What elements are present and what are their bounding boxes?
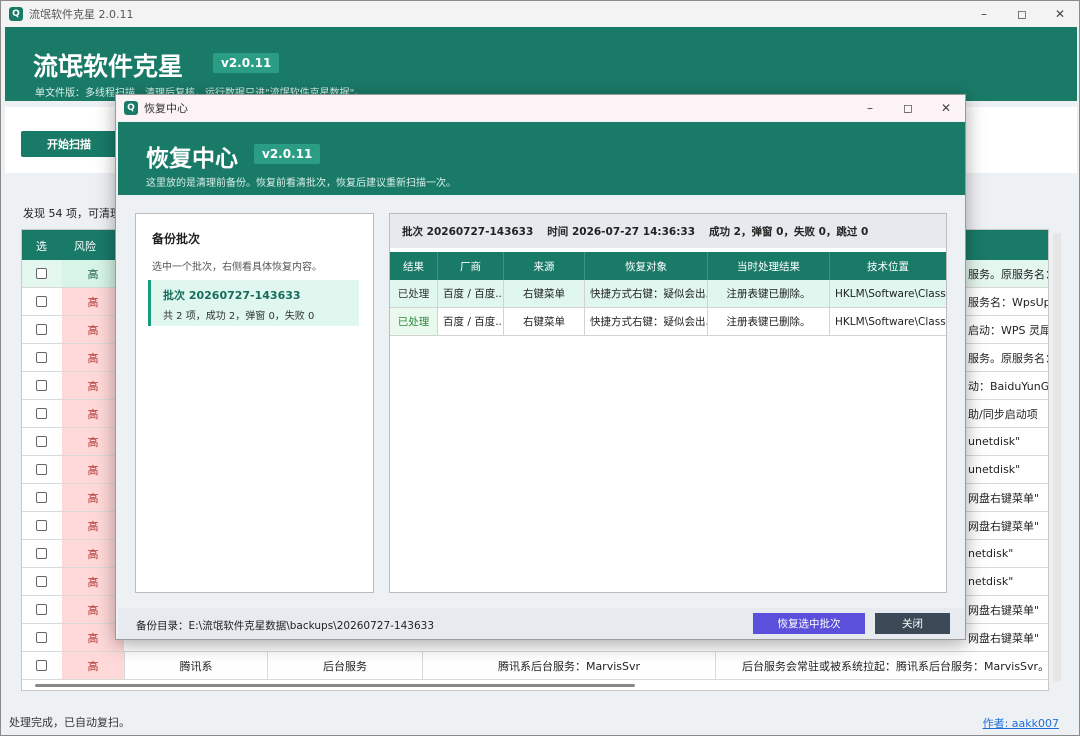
description-cell: 启动：WPS 灵犀 — [968, 323, 1049, 337]
app-icon: Q — [9, 7, 23, 21]
main-titlebar: Q 流氓软件克星 2.0.11 – ◻ ✕ — [1, 1, 1079, 27]
description-cell: 服务名：WpsUpdat — [968, 295, 1049, 309]
row-checkbox[interactable] — [36, 604, 47, 615]
row-checkbox[interactable] — [36, 268, 47, 279]
dialog-subtitle: 这里放的是清理前备份。恢复前看清批次，恢复后建议重新扫描一次。 — [146, 178, 456, 189]
row-checkbox[interactable] — [36, 408, 47, 419]
restore-batch-button[interactable]: 恢复选中批次 — [753, 613, 865, 634]
source-cell: 后台服务 — [267, 652, 422, 679]
batch-detail-panel: 批次 20260727-143633 时间 2026-07-27 14:36:3… — [389, 213, 947, 593]
restore-center-dialog: Q 恢复中心 – ◻ ✕ 恢复中心 v2.0.11 这里放的是清理前备份。恢复前… — [115, 94, 966, 640]
detail-table-header: 结果 厂商 来源 恢复对象 当时处理结果 技术位置 — [390, 252, 946, 280]
batch-list-item[interactable]: 批次 20260727-143633 共 2 项，成功 2，弹窗 0，失败 0 — [148, 280, 359, 326]
description-cell: unetdisk" — [968, 463, 1021, 476]
description-cell: 网盘右键菜单" — [968, 603, 1040, 617]
backup-panel-title: 备份批次 — [152, 232, 201, 246]
row-checkbox[interactable] — [36, 632, 47, 643]
object-cell: 快捷方式右键：疑似会出... — [584, 280, 707, 307]
description-cell: 服务。原服务名：w — [968, 267, 1048, 281]
minimize-icon[interactable]: – — [965, 1, 1003, 27]
dialog-title: 恢复中心 — [146, 146, 238, 172]
col-vendor: 厂商 — [437, 252, 503, 280]
close-dialog-button[interactable]: 关闭 — [875, 613, 950, 634]
description-cell: 网盘右键菜单" — [968, 631, 1040, 645]
row-checkbox[interactable] — [36, 576, 47, 587]
row-checkbox[interactable] — [36, 520, 47, 531]
main-header: 流氓软件克星 v2.0.11 单文件版：多线程扫描、清理后复核，运行数据只进"流… — [5, 27, 1077, 101]
batch-name: 批次 20260727-143633 — [163, 289, 301, 302]
version-badge: v2.0.11 — [213, 53, 280, 73]
backup-batches-panel: 备份批次 选中一个批次，右侧看具体恢复内容。 批次 20260727-14363… — [135, 213, 374, 593]
detail-batch: 批次 20260727-143633 — [402, 225, 534, 238]
handling-cell: 注册表键已删除。 — [707, 280, 829, 307]
result-cell: 已处理 — [397, 288, 430, 300]
col-risk: 风险 — [74, 240, 96, 253]
dialog-minimize-icon[interactable]: – — [851, 95, 889, 121]
app-title: 流氓软件克星 — [33, 52, 184, 81]
risk-cell: 高 — [62, 652, 124, 679]
status-bar: 处理完成，已自动复扫。 作者: aakk007 — [5, 709, 1077, 735]
row-checkbox[interactable] — [36, 492, 47, 503]
start-scan-button[interactable]: 开始扫描 — [21, 131, 117, 157]
close-icon[interactable]: ✕ — [1041, 1, 1079, 27]
description-cell: netdisk" — [968, 575, 1014, 588]
description-cell: unetdisk" — [968, 435, 1021, 448]
dialog-header: 恢复中心 v2.0.11 这里放的是清理前备份。恢复前看清批次，恢复后建议重新扫… — [118, 122, 965, 195]
dialog-footer: 备份目录：E:\流氓软件克星数据\backups\20260727-143633… — [118, 608, 965, 639]
detail-row[interactable]: 已处理 百度 / 百度... 右键菜单 快捷方式右键：疑似会出... 注册表键已… — [390, 308, 946, 336]
vendor-cell: 百度 / 百度... — [437, 280, 503, 307]
description-cell: netdisk" — [968, 547, 1014, 560]
location-cell: HKLM\Software\Class... — [829, 280, 946, 307]
row-checkbox[interactable] — [36, 660, 47, 671]
backup-panel-hint: 选中一个批次，右侧看具体恢复内容。 — [152, 262, 322, 273]
row-checkbox[interactable] — [36, 464, 47, 475]
object-cell: 快捷方式右键：疑似会出... — [584, 308, 707, 335]
description-cell: 网盘右键菜单" — [968, 519, 1040, 533]
col-handling: 当时处理结果 — [707, 252, 829, 280]
table-row[interactable]: 高 腾讯系 后台服务 腾讯系后台服务：MarvisSvr 后台服务会常驻或被系统… — [22, 652, 1048, 680]
vertical-scrollbar[interactable] — [1053, 233, 1061, 681]
location-cell: HKLM\Software\Class... — [829, 308, 946, 335]
vendor-cell: 百度 / 百度... — [437, 308, 503, 335]
dialog-app-icon: Q — [124, 101, 138, 115]
dialog-window-title: 恢复中心 — [144, 102, 188, 115]
row-checkbox[interactable] — [36, 324, 47, 335]
result-cell: 已处理 — [390, 308, 437, 335]
col-select: 选 — [36, 240, 47, 253]
row-checkbox[interactable] — [36, 352, 47, 363]
col-source: 来源 — [503, 252, 584, 280]
description-cell: 网盘右键菜单" — [968, 491, 1040, 505]
row-checkbox[interactable] — [36, 380, 47, 391]
description-cell: 后台服务会常驻或被系统拉起：腾讯系后台服务：MarvisSvr。原服务名 — [715, 652, 1048, 679]
maximize-icon[interactable]: ◻ — [1003, 1, 1041, 27]
row-checkbox[interactable] — [36, 548, 47, 559]
horizontal-scrollbar[interactable] — [35, 684, 635, 687]
batch-summary-bar: 批次 20260727-143633 时间 2026-07-27 14:36:3… — [390, 214, 946, 248]
main-window-title: 流氓软件克星 2.0.11 — [29, 8, 134, 21]
backup-directory: 备份目录：E:\流氓软件克星数据\backups\20260727-143633 — [136, 620, 435, 632]
dialog-version-badge: v2.0.11 — [254, 144, 321, 164]
description-cell: 服务。原服务名：B — [968, 351, 1048, 365]
dialog-titlebar: Q 恢复中心 – ◻ ✕ — [116, 95, 965, 121]
col-location: 技术位置 — [829, 252, 946, 280]
object-cell: 腾讯系后台服务：MarvisSvr — [422, 652, 715, 679]
source-cell: 右键菜单 — [503, 280, 584, 307]
dialog-maximize-icon[interactable]: ◻ — [889, 95, 927, 121]
author-link[interactable]: 作者: aakk007 — [983, 715, 1059, 731]
description-cell: 助/同步启动项 — [968, 407, 1038, 421]
detail-time: 时间 2026-07-27 14:36:33 — [547, 225, 696, 238]
description-cell: 动：BaiduYunGua — [968, 379, 1049, 393]
handling-cell: 注册表键已删除。 — [707, 308, 829, 335]
detail-row[interactable]: 已处理 百度 / 百度... 右键菜单 快捷方式右键：疑似会出... 注册表键已… — [390, 280, 946, 308]
col-object: 恢复对象 — [584, 252, 707, 280]
detail-result-summary: 成功 2，弹窗 0，失败 0，跳过 0 — [709, 225, 869, 238]
batch-stats: 共 2 项，成功 2，弹窗 0，失败 0 — [163, 311, 315, 322]
col-result: 结果 — [403, 260, 424, 273]
row-checkbox[interactable] — [36, 436, 47, 447]
status-text: 处理完成，已自动复扫。 — [9, 716, 130, 729]
vendor-cell: 腾讯系 — [124, 652, 267, 679]
dialog-close-icon[interactable]: ✕ — [927, 95, 965, 121]
source-cell: 右键菜单 — [503, 308, 584, 335]
row-checkbox[interactable] — [36, 296, 47, 307]
